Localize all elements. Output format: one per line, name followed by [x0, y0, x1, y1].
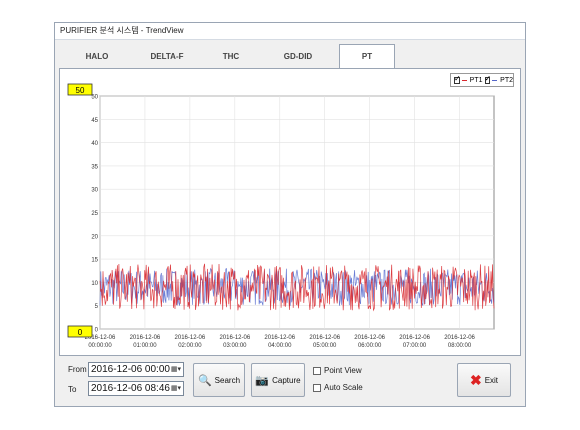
filter-bar: From 2016-12-06 00:00 ▦▾ To 2016-12-06 0…	[55, 359, 525, 406]
tab-delta-f[interactable]: DELTA-F	[135, 46, 199, 68]
point-view-box[interactable]	[313, 366, 321, 375]
window-title: PURIFIER 분석 시스템 - TrendView	[55, 23, 525, 40]
x-tick-date: 2016-12-06	[130, 335, 161, 341]
from-datetime-value: 2016-12-06 00:00	[91, 364, 170, 375]
from-datetime-input[interactable]: 2016-12-06 00:00 ▦▾	[88, 362, 184, 377]
camera-icon: 📷	[255, 374, 270, 387]
x-tick-date: 2016-12-06	[175, 335, 206, 341]
auto-scale-box[interactable]	[313, 383, 321, 392]
x-tick-time: 06:00:00	[358, 343, 382, 349]
x-tick-time: 03:00:00	[223, 343, 247, 349]
y-tick-label: 40	[91, 141, 98, 147]
trend-chart: 0 5 10 15 20 25 30 35 40 45 50 2016-12-06 00:00:00 20…	[67, 83, 495, 349]
y-tick-label: 10	[91, 281, 98, 287]
exit-button-label: Exit	[484, 375, 499, 385]
y-tick-label: 25	[91, 211, 98, 217]
point-view-checkbox[interactable]: Point View	[313, 366, 362, 375]
capture-button[interactable]: 📷 Capture	[251, 363, 305, 397]
y-tick-label: 45	[91, 118, 98, 124]
x-tick-date: 2016-12-06	[264, 335, 295, 341]
auto-scale-checkbox[interactable]: Auto Scale	[313, 383, 363, 392]
to-datetime-value: 2016-12-06 08:46	[91, 383, 170, 394]
capture-button-label: Capture	[272, 375, 301, 385]
x-tick-date: 2016-12-06	[219, 335, 250, 341]
x-tick-time: 00:00:00	[88, 343, 112, 349]
x-tick-date: 2016-12-06	[444, 335, 475, 341]
tab-gd-did[interactable]: GD-DID	[263, 46, 333, 68]
search-button[interactable]: 🔍 Search	[193, 363, 245, 397]
y-tick-label: 0	[95, 328, 99, 334]
search-icon: 🔍	[197, 374, 212, 387]
trendview-window: PURIFIER 분석 시스템 - TrendView HALO DELTA-F…	[54, 22, 526, 407]
y-tick-label: 15	[91, 258, 98, 264]
calendar-dropdown-icon[interactable]: ▦▾	[170, 383, 182, 394]
to-datetime-input[interactable]: 2016-12-06 08:46 ▦▾	[88, 381, 184, 396]
x-tick-date: 2016-12-06	[399, 335, 430, 341]
scale-min-badge-label: 0	[78, 328, 83, 337]
x-tick-time: 04:00:00	[268, 343, 292, 349]
chart-panel: PT1 PT2 051015202530354045502016-12-0600…	[59, 68, 521, 356]
y-tick-label: 30	[91, 188, 98, 194]
scale-max-badge-label: 50	[76, 86, 85, 95]
close-icon: ✖	[469, 371, 482, 388]
x-tick-time: 07:00:00	[403, 343, 427, 349]
y-tick-label: 50	[91, 95, 98, 101]
auto-scale-label: Auto Scale	[324, 383, 363, 392]
tab-pt[interactable]: PT	[339, 44, 395, 68]
y-tick-label: 5	[95, 304, 99, 310]
x-tick-date: 2016-12-06	[309, 335, 340, 341]
y-tick-label: 20	[91, 234, 98, 240]
calendar-dropdown-icon[interactable]: ▦▾	[170, 364, 182, 375]
x-tick-date: 2016-12-06	[354, 335, 385, 341]
from-label: From	[68, 365, 87, 374]
x-tick-time: 05:00:00	[313, 343, 337, 349]
x-tick-time: 08:00:00	[448, 343, 472, 349]
point-view-label: Point View	[324, 366, 362, 375]
x-tick-time: 01:00:00	[133, 343, 157, 349]
tab-strip: HALO DELTA-F THC GD-DID PT	[59, 44, 521, 68]
tab-halo[interactable]: HALO	[59, 46, 135, 68]
to-label: To	[68, 385, 77, 394]
exit-button[interactable]: ✖ Exit	[457, 363, 511, 397]
search-button-label: Search	[214, 375, 241, 385]
y-tick-label: 35	[91, 164, 98, 170]
x-tick-time: 02:00:00	[178, 343, 202, 349]
tab-thc[interactable]: THC	[199, 46, 263, 68]
